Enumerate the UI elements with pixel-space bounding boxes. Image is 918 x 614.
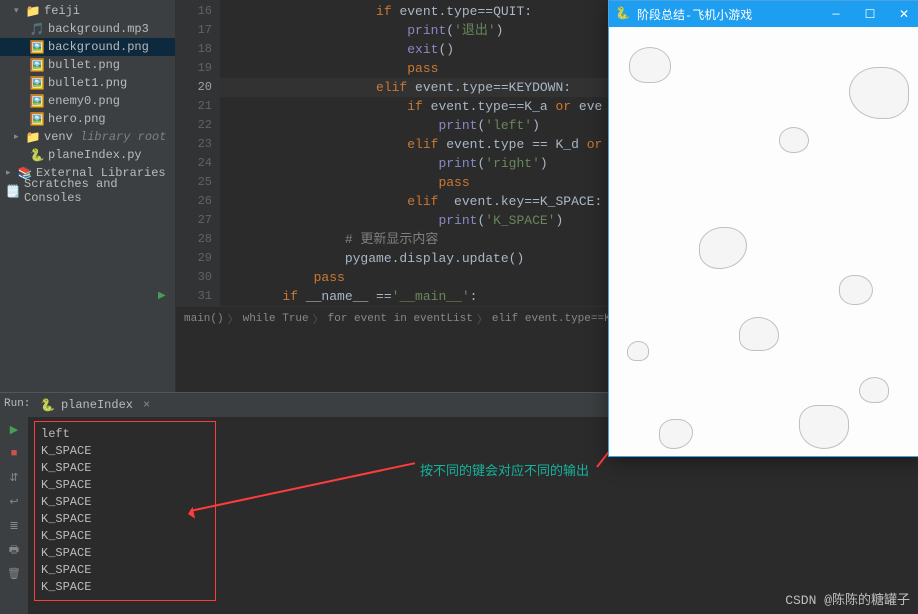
line-gutter: 16171819202122232425262728293031▶ <box>176 0 220 306</box>
file-icon: 🖼️ <box>30 94 44 108</box>
console-line: left <box>41 426 209 443</box>
asteroid-sprite <box>839 275 873 305</box>
print-icon[interactable]: 🖶 <box>5 541 23 559</box>
close-button[interactable]: ✕ <box>887 1 918 27</box>
file-label: background.png <box>48 40 149 54</box>
console-line: K_SPACE <box>41 545 209 562</box>
chevron-right-icon: 〉 <box>477 311 488 327</box>
stop-icon[interactable]: ■ <box>5 445 23 463</box>
asteroid-sprite <box>627 341 649 361</box>
watermark: CSDN @陈陈的糖罐子 <box>785 589 910 608</box>
file-icon: 🖼️ <box>30 76 44 90</box>
asteroid-sprite <box>779 127 809 153</box>
chevron-right-icon: 〉 <box>313 311 324 327</box>
file-label: enemy0.png <box>48 94 120 108</box>
maximize-button[interactable]: ☐ <box>853 1 887 27</box>
run-gutter-icon[interactable]: ▶ <box>158 287 166 306</box>
chevron-right-icon: ▸ <box>6 168 16 178</box>
soft-wrap-icon[interactable]: ↩ <box>5 493 23 511</box>
rerun-icon[interactable]: ▶ <box>5 421 23 439</box>
console-line: K_SPACE <box>41 477 209 494</box>
venv-folder[interactable]: ▸ 📁 venv library root <box>0 128 175 146</box>
console-line: K_SPACE <box>41 562 209 579</box>
annotation-text: 按不同的键会对应不同的输出 <box>420 460 589 479</box>
asteroid-sprite <box>849 67 909 119</box>
console-line: K_SPACE <box>41 528 209 545</box>
tree-file[interactable]: 🖼️ enemy0.png <box>0 92 175 110</box>
file-label: background.mp3 <box>48 22 149 36</box>
project-tree[interactable]: ▾ 📁 feiji 🎵 background.mp3 🖼️ background.pn… <box>0 0 176 392</box>
tree-file[interactable]: 🖼️ bullet.png <box>0 56 175 74</box>
breadcrumb-item[interactable]: for event in eventList <box>328 313 473 325</box>
file-label: bullet1.png <box>48 76 127 90</box>
trash-icon[interactable]: 🗑 <box>5 565 23 583</box>
file-label: hero.png <box>48 112 106 126</box>
file-label: planeIndex.py <box>48 148 142 162</box>
python-file-icon: 🐍 <box>40 398 55 413</box>
scratches-consoles[interactable]: 🗒️ Scratches and Consoles <box>0 182 175 200</box>
python-file-icon: 🐍 <box>30 148 44 162</box>
file-icon: 🖼️ <box>30 40 44 54</box>
folder-label: venv <box>44 130 73 144</box>
folder-icon: 📁 <box>26 130 40 144</box>
file-icon: 🖼️ <box>30 58 44 72</box>
console-line: K_SPACE <box>41 460 209 477</box>
pygame-icon: 🐍 <box>615 6 631 22</box>
console-line: K_SPACE <box>41 443 209 460</box>
folder-icon: 📁 <box>26 4 40 18</box>
run-tool-label: Run: <box>0 396 34 412</box>
run-toolbar: ▶ ■ ⇵ ↩ ≣ 🖶 🗑 <box>0 417 28 614</box>
library-hint <box>73 130 80 144</box>
scratches-label: Scratches and Consoles <box>24 177 171 205</box>
breadcrumb-item[interactable]: while True <box>243 313 309 325</box>
chevron-down-icon: ▾ <box>14 6 24 16</box>
minimize-button[interactable]: — <box>819 1 853 27</box>
run-tab-label[interactable]: planeIndex <box>61 398 133 412</box>
chevron-right-icon: 〉 <box>228 311 239 327</box>
scratch-icon: 🗒️ <box>6 184 20 198</box>
asteroid-sprite <box>859 377 889 403</box>
arrow-head-icon <box>181 507 195 521</box>
project-root-folder[interactable]: ▾ 📁 feiji <box>0 2 175 20</box>
tree-file-script[interactable]: 🐍 planeIndex.py <box>0 146 175 164</box>
close-icon[interactable]: × <box>143 398 150 412</box>
asteroid-sprite <box>799 405 849 449</box>
folder-label: feiji <box>44 4 80 18</box>
tree-file[interactable]: 🖼️ bullet1.png <box>0 74 175 92</box>
tree-file[interactable]: 🎵 background.mp3 <box>0 20 175 38</box>
scroll-icon[interactable]: ≣ <box>5 517 23 535</box>
layout-icon[interactable]: ⇵ <box>5 469 23 487</box>
console-line: K_SPACE <box>41 579 209 596</box>
window-titlebar[interactable]: 🐍 阶段总结-飞机小游戏 — ☐ ✕ <box>609 1 918 27</box>
asteroid-sprite <box>629 47 671 83</box>
game-canvas[interactable] <box>609 27 918 456</box>
file-icon: 🎵 <box>30 22 44 36</box>
asteroid-sprite <box>659 419 693 449</box>
asteroid-sprite <box>739 317 779 351</box>
game-window[interactable]: 🐍 阶段总结-飞机小游戏 — ☐ ✕ <box>608 0 918 457</box>
breadcrumb-item[interactable]: main() <box>184 313 224 325</box>
tree-file[interactable]: 🖼️ background.png <box>0 38 175 56</box>
asteroid-sprite <box>699 227 747 269</box>
file-icon: 🖼️ <box>30 112 44 126</box>
file-label: bullet.png <box>48 58 120 72</box>
tree-file[interactable]: 🖼️ hero.png <box>0 110 175 128</box>
chevron-right-icon: ▸ <box>14 132 24 142</box>
window-title: 阶段总结-飞机小游戏 <box>637 6 752 23</box>
